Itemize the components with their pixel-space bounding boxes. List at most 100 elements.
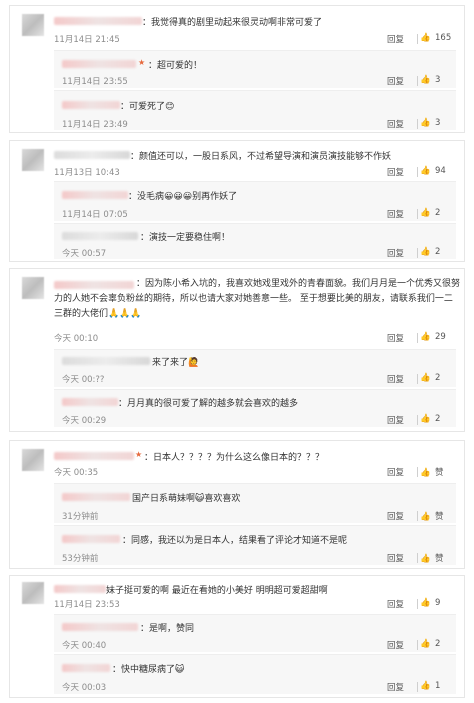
username[interactable] — [62, 623, 138, 631]
username[interactable] — [54, 585, 106, 593]
reply-time: 53分钟前 — [62, 554, 99, 564]
reply-button[interactable]: 回复 — [387, 373, 404, 385]
reply-item: ：是啊，赞同 今天 00:40 回复 👍 2 — [54, 614, 456, 652]
divider — [417, 640, 418, 650]
reply-item: 国产日系萌妹啊😺喜欢喜欢 31分钟前 回复 👍 赞 — [54, 483, 456, 523]
avatar[interactable] — [22, 449, 44, 471]
like-button[interactable]: 👍 94 — [420, 166, 454, 176]
username[interactable] — [62, 191, 128, 199]
divider — [417, 209, 418, 219]
thumbs-up-icon: 👍 — [420, 468, 431, 478]
reply-item: 来了来了🙋 今天 00:?? 回复 👍 2 — [54, 349, 456, 387]
like-button[interactable]: 👍 3 — [420, 118, 454, 128]
divider — [417, 374, 418, 384]
divider — [417, 333, 418, 343]
like-button[interactable]: 👍 9 — [420, 598, 454, 608]
comment-time: 今天 00:10 — [54, 334, 99, 344]
username[interactable] — [62, 357, 150, 365]
thumbs-up-icon: 👍 — [420, 166, 431, 176]
like-button[interactable]: 👍 29 — [420, 332, 454, 342]
avatar[interactable] — [22, 14, 44, 36]
reply-item: ：没毛病😀😀😀别再作妖了 11月14日 07:05 回复 👍 2 — [54, 181, 456, 221]
reply-time: 今天 00:03 — [62, 683, 107, 693]
username[interactable] — [54, 151, 130, 159]
thumbs-up-icon: 👍 — [420, 33, 431, 43]
username[interactable] — [62, 493, 130, 501]
avatar[interactable] — [22, 149, 44, 171]
like-button[interactable]: 👍 165 — [420, 33, 454, 43]
reply-time: 11月14日 07:05 — [62, 210, 128, 220]
comment-card: 妹子挺可爱的啊 最近在看她的小美好 明明超可爱超甜啊 11月14日 23:53 … — [9, 575, 465, 698]
username[interactable] — [62, 664, 110, 672]
avatar[interactable] — [22, 582, 44, 604]
like-button[interactable]: 👍 3 — [420, 75, 454, 85]
username[interactable] — [62, 101, 120, 109]
reply-button[interactable]: 回复 — [387, 552, 404, 564]
like-count: 1 — [435, 681, 441, 691]
reply-button[interactable]: 回复 — [387, 33, 404, 45]
username[interactable] — [54, 452, 134, 460]
reply-button[interactable]: 回复 — [387, 681, 404, 693]
reply-button[interactable]: 回复 — [387, 466, 404, 478]
comment-time: 今天 00:35 — [54, 468, 99, 478]
thumbs-up-icon: 👍 — [420, 554, 431, 564]
like-count: 赞 — [435, 468, 444, 478]
like-button[interactable]: 👍 1 — [420, 681, 454, 691]
username[interactable] — [62, 398, 118, 406]
like-button[interactable]: 👍 赞 — [420, 466, 454, 478]
username[interactable] — [62, 60, 136, 68]
crown-icon: ★ — [135, 450, 143, 459]
divider — [417, 682, 418, 692]
divider — [417, 167, 418, 177]
reply-button[interactable]: 回复 — [387, 208, 404, 220]
like-button[interactable]: 👍 2 — [420, 373, 454, 383]
username[interactable] — [62, 232, 138, 240]
like-button[interactable]: 👍 赞 — [420, 552, 454, 564]
reply-text: 来了来了🙋 — [152, 358, 200, 368]
like-count: 2 — [435, 639, 441, 649]
reply-button[interactable]: 回复 — [387, 166, 404, 178]
reply-button[interactable]: 回复 — [387, 332, 404, 344]
reply-time: 11月14日 23:49 — [62, 120, 128, 130]
thumbs-up-icon: 👍 — [420, 373, 431, 383]
reply-text: ：月月真的很可爱了解的越多就会喜欢的越多 — [118, 399, 299, 409]
like-count: 2 — [435, 208, 441, 218]
reply-button[interactable]: 回复 — [387, 639, 404, 651]
reply-time: 今天 00:40 — [62, 641, 107, 651]
reply-button[interactable]: 回复 — [387, 75, 404, 87]
divider — [417, 248, 418, 258]
thumbs-up-icon: 👍 — [420, 681, 431, 691]
reply-button[interactable]: 回复 — [387, 414, 404, 426]
thumbs-up-icon: 👍 — [420, 598, 431, 608]
divider — [417, 599, 418, 609]
like-count: 29 — [435, 332, 446, 342]
reply-button[interactable]: 回复 — [387, 510, 404, 522]
comment-time: 11月14日 21:45 — [54, 35, 120, 45]
like-button[interactable]: 👍 2 — [420, 414, 454, 424]
like-button[interactable]: 👍 2 — [420, 208, 454, 218]
like-button[interactable]: 👍 2 — [420, 639, 454, 649]
like-count: 2 — [435, 414, 441, 424]
divider — [417, 119, 418, 129]
like-button[interactable]: 👍 赞 — [420, 510, 454, 522]
reply-button[interactable]: 回复 — [387, 118, 404, 130]
username[interactable] — [62, 535, 120, 543]
thumbs-up-icon: 👍 — [420, 75, 431, 85]
reply-button[interactable]: 回复 — [387, 598, 404, 610]
comment-text: ：我觉得真的剧里动起来很灵动啊非常可爱了 — [142, 18, 323, 28]
like-button[interactable]: 👍 2 — [420, 247, 454, 257]
divider — [417, 415, 418, 425]
divider — [417, 34, 418, 44]
username[interactable] — [54, 17, 142, 25]
thumbs-up-icon: 👍 — [420, 208, 431, 218]
comment-card: ：因为陈小希入坑的，我喜欢她戏里戏外的青春面貌。我们月月是一个优秀又很努力的人她… — [9, 268, 465, 432]
avatar[interactable] — [22, 277, 44, 299]
comment-text: 妹子挺可爱的啊 最近在看她的小美好 明明超可爱超甜啊 — [106, 586, 328, 596]
thumbs-up-icon: 👍 — [420, 414, 431, 424]
comment-text: ：颜值还可以，一股日系风，不过希望导演和演员演技能够不作妖 — [130, 152, 392, 162]
reply-item: ：演技一定要稳住啊！ 今天 00:57 回复 👍 2 — [54, 223, 456, 259]
reply-item: ★ ：超可爱的！ 11月14日 23:55 回复 👍 3 — [54, 50, 456, 88]
reply-item: ：快中糖尿病了😺 今天 00:03 回复 👍 1 — [54, 654, 456, 694]
comment-card: ★ ：日本人？？？？为什么这么像日本的？？？ 今天 00:35 回复 👍 赞 国产… — [9, 440, 465, 569]
reply-button[interactable]: 回复 — [387, 247, 404, 259]
